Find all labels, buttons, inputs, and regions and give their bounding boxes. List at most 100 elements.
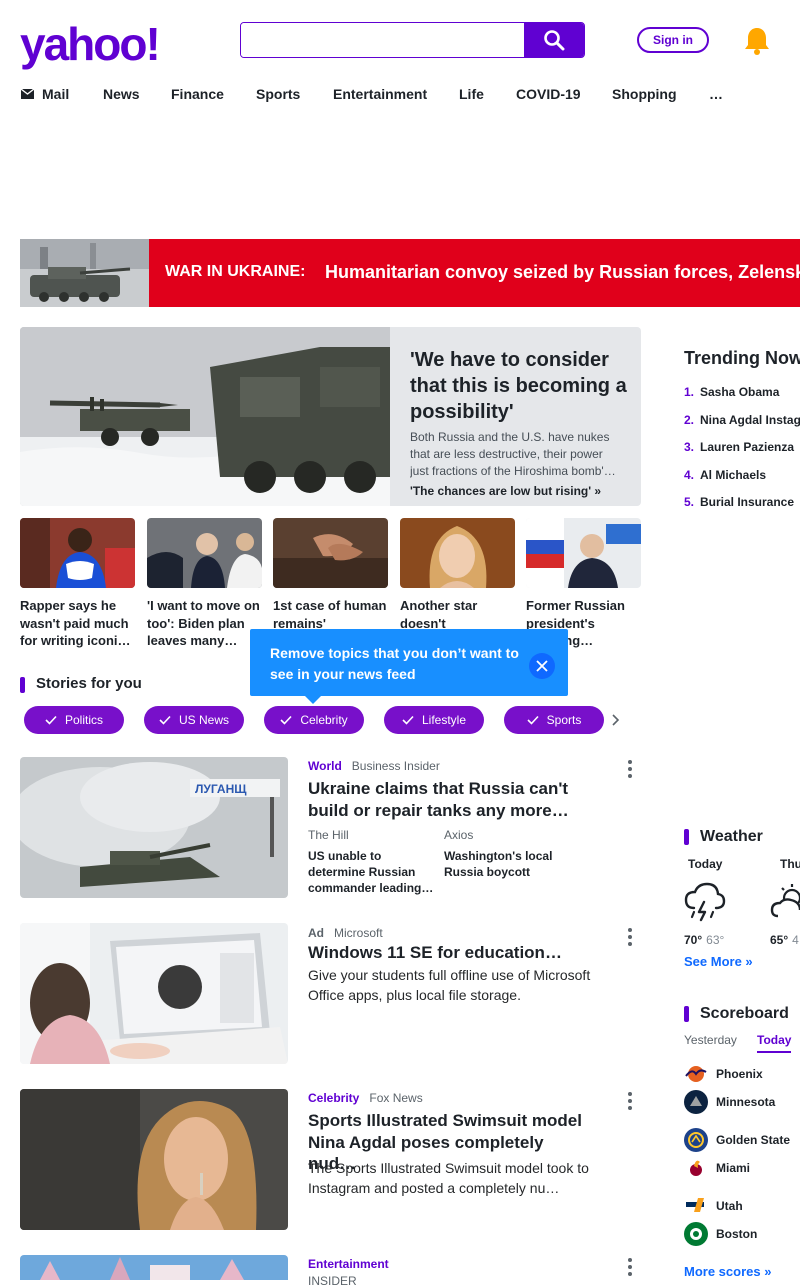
trending-rank: 1. (684, 385, 695, 399)
team-row[interactable]: Phoenix (684, 1062, 763, 1086)
nav-item-covid-19[interactable]: COVID-19 (516, 86, 581, 102)
breaking-news-banner[interactable]: WAR IN UKRAINE: Humanitarian convoy seiz… (20, 239, 800, 307)
image-sign-text: ЛУГАНЩ (195, 782, 247, 796)
search-bar (240, 22, 585, 58)
stream-item-image[interactable] (20, 923, 288, 1064)
trending-title: Trending Now (684, 348, 800, 368)
more-options-icon[interactable] (626, 1092, 634, 1112)
banner-headline[interactable]: Humanitarian convoy seized by Russian fo… (325, 262, 800, 283)
related-story-title[interactable]: Washington's local Russia boycott (444, 848, 572, 880)
trending-rank: 4. (684, 468, 695, 482)
tooltip-arrow (305, 696, 321, 704)
hero-title[interactable]: 'We have to consider that this is becomi… (410, 347, 630, 425)
ad-label: Ad (308, 926, 324, 940)
chip-label: US News (178, 713, 229, 727)
trending-item[interactable]: 3. Lauren Pazienza (684, 440, 794, 454)
topic-chip-sports[interactable]: Sports (504, 706, 604, 734)
team-name: Boston (716, 1227, 758, 1241)
weather-low: 63° (706, 933, 725, 947)
nav-item-entertainment[interactable]: Entertainment (333, 86, 427, 102)
more-options-icon[interactable] (626, 1258, 634, 1278)
tooltip-close-button[interactable] (529, 653, 555, 679)
check-icon (402, 715, 414, 725)
category-label[interactable]: Entertainment (308, 1257, 389, 1271)
story-thumbnail (273, 518, 388, 588)
section-accent-bar (684, 1006, 689, 1022)
topic-chip-celebrity[interactable]: Celebrity (264, 706, 364, 734)
trending-item[interactable]: 2. Nina Agdal Instagram (684, 413, 800, 427)
category-label[interactable]: World (308, 759, 342, 773)
topic-chip-politics[interactable]: Politics (24, 706, 124, 734)
stream-item-title[interactable]: Ukraine claims that Russia can't build o… (308, 778, 593, 821)
trending-rank: 2. (684, 413, 695, 427)
weather-day-label: Today (688, 857, 723, 871)
team-row[interactable]: Utah (684, 1194, 743, 1218)
miami-logo-icon (684, 1156, 708, 1180)
hero-related-link[interactable]: 'The chances are low but rising' » (410, 484, 601, 498)
topic-chip-us-news[interactable]: US News (144, 706, 244, 734)
check-icon (159, 715, 171, 725)
small-story[interactable]: 'I want to move on too': Biden plan leav… (147, 518, 262, 653)
search-input[interactable] (241, 23, 524, 57)
related-source: Axios (444, 828, 474, 842)
stream-item-image[interactable]: ЛУГАНЩ (20, 757, 288, 898)
nav-item-sports[interactable]: Sports (256, 86, 300, 102)
hero-image (20, 327, 390, 506)
stream-item-image[interactable] (20, 1255, 288, 1280)
stream-item-meta: Celebrity Fox News (308, 1089, 423, 1107)
team-name: Golden State (716, 1133, 791, 1147)
team-name: Minnesota (716, 1095, 776, 1109)
nav-item-mail[interactable]: Mail (20, 86, 69, 102)
story-caption: Rapper says he wasn't paid much for writ… (20, 598, 131, 648)
chevron-right-icon[interactable] (609, 712, 623, 728)
trending-rank: 5. (684, 495, 695, 509)
nav-item-finance[interactable]: Finance (171, 86, 224, 102)
partly-cloudy-icon (770, 882, 800, 927)
source-label: INSIDER (308, 1274, 357, 1288)
hero-summary: Both Russia and the U.S. have nukes that… (410, 430, 616, 478)
trending-item[interactable]: 4. Al Michaels (684, 468, 766, 482)
nav-item-shopping[interactable]: Shopping (612, 86, 677, 102)
more-options-icon[interactable] (626, 760, 634, 780)
hero-story[interactable]: 'We have to consider that this is becomi… (20, 327, 641, 506)
source-label: Microsoft (334, 926, 383, 940)
logo-wordmark: yahoo! (20, 20, 159, 70)
stream-item-title[interactable]: Windows 11 SE for education… (308, 942, 593, 964)
team-name: Phoenix (716, 1067, 763, 1081)
weather-high: 65° (770, 933, 789, 947)
nav-item-life[interactable]: Life (459, 86, 484, 102)
boston-logo-icon (684, 1222, 708, 1246)
team-row[interactable]: Boston (684, 1222, 757, 1246)
mail-icon (20, 88, 35, 99)
more-options-icon[interactable] (626, 928, 634, 948)
tooltip-text: Remove topics that you don’t want to see… (270, 645, 519, 682)
yahoo-logo[interactable]: yahoo! (20, 18, 190, 70)
trending-item[interactable]: 1. Sasha Obama (684, 385, 779, 399)
notifications-bell-icon[interactable] (743, 26, 771, 56)
trending-label: Al Michaels (700, 468, 767, 482)
stories-for-you-title: Stories for you (36, 675, 142, 692)
stream-item-image[interactable] (20, 1089, 288, 1230)
more-scores-link[interactable]: More scores » (684, 1264, 771, 1279)
stream-item-summary: Give your students full offline use of M… (308, 967, 591, 1003)
chip-label: Politics (64, 713, 103, 727)
team-row[interactable]: Minnesota (684, 1090, 775, 1114)
nav-item-news[interactable]: News (103, 86, 140, 102)
sign-in-button[interactable]: Sign in (637, 27, 709, 53)
source-label: Fox News (369, 1091, 423, 1105)
weather-see-more-link[interactable]: See More » (684, 954, 753, 969)
category-label[interactable]: Celebrity (308, 1091, 359, 1105)
thunderstorm-icon (684, 882, 726, 927)
topic-chip-lifestyle[interactable]: Lifestyle (384, 706, 484, 734)
small-story[interactable]: Rapper says he wasn't paid much for writ… (20, 518, 135, 653)
scoreboard-tab-yesterday[interactable]: Yesterday (684, 1033, 737, 1047)
team-row[interactable]: Golden State (684, 1128, 790, 1152)
trending-item[interactable]: 5. Burial Insurance (684, 495, 794, 509)
search-icon (544, 30, 565, 51)
team-row[interactable]: Miami (684, 1156, 750, 1180)
related-story-title[interactable]: US unable to determine Russian commander… (308, 848, 436, 896)
search-button[interactable] (524, 23, 584, 57)
section-accent-bar (20, 677, 25, 693)
scoreboard-tab-today[interactable]: Today (757, 1033, 792, 1053)
nav-more-button[interactable]: … (709, 86, 723, 102)
